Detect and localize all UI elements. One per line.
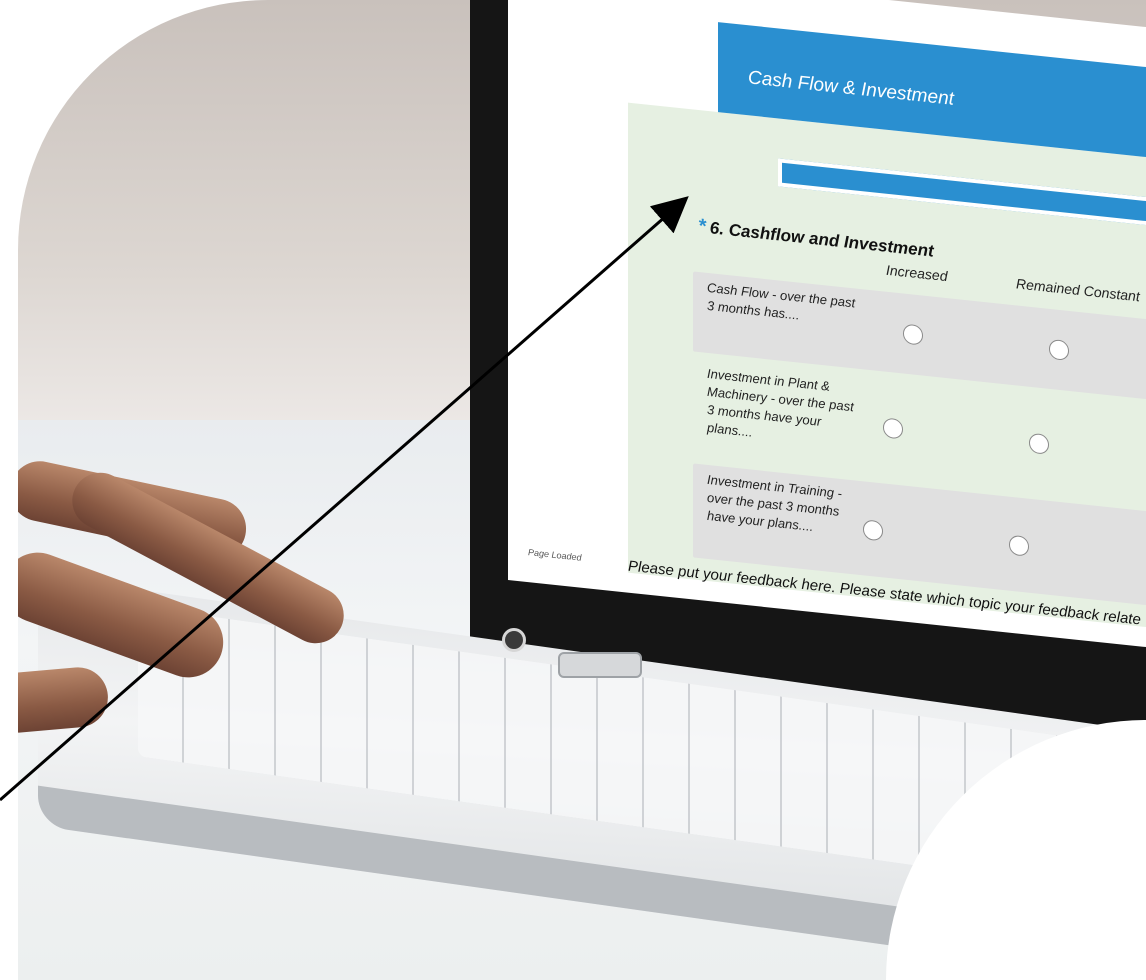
status-bar-text: Page Loaded <box>528 547 582 563</box>
laptop-screen: Cash Flow & Investment * 6. Cashflow and … <box>508 0 1146 654</box>
radio-plant-machinery-increased[interactable] <box>883 417 903 440</box>
laptop-hinge <box>558 652 642 678</box>
photo-background: Cash Flow & Investment * 6. Cashflow and … <box>18 0 1146 980</box>
radio-cash-flow-remained-constant[interactable] <box>1049 338 1069 361</box>
radio-plant-machinery-remained-constant[interactable] <box>1029 432 1049 455</box>
required-star: * <box>698 214 706 238</box>
radio-training-increased[interactable] <box>863 519 883 542</box>
webcam-icon <box>502 628 526 652</box>
hand <box>18 455 398 736</box>
row-label-training: Investment in Training - over the past 3… <box>707 471 842 535</box>
laptop-photo: Cash Flow & Investment * 6. Cashflow and … <box>0 0 1146 980</box>
row-label-cash-flow: Cash Flow - over the past 3 months has..… <box>707 279 856 323</box>
row-label-plant-machinery: Investment in Plant & Machinery - over t… <box>707 365 854 440</box>
radio-cash-flow-increased[interactable] <box>903 323 923 346</box>
page-title: Cash Flow & Investment <box>748 67 954 110</box>
radio-training-remained-constant[interactable] <box>1009 534 1029 557</box>
